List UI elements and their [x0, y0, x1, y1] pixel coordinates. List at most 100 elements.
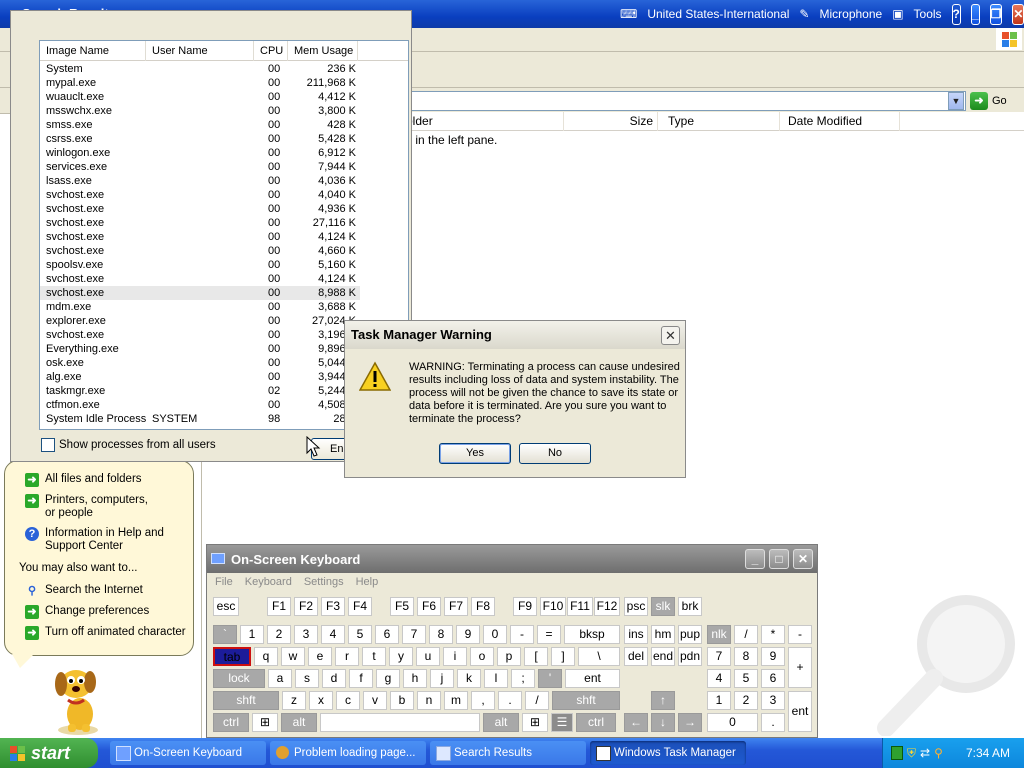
- key[interactable]: -: [788, 625, 812, 644]
- key[interactable]: `: [213, 625, 237, 644]
- key[interactable]: e: [308, 647, 332, 666]
- process-row[interactable]: spoolsv.exe 00 5,160 K: [40, 258, 360, 272]
- key[interactable]: 7: [707, 647, 731, 666]
- key[interactable]: 6: [375, 625, 399, 644]
- process-row[interactable]: winlogon.exe 00 6,912 K: [40, 146, 360, 160]
- process-row[interactable]: svchost.exe 00 3,196 K: [40, 328, 360, 342]
- all-files-link[interactable]: ➜ All files and folders: [25, 473, 142, 487]
- key[interactable]: ]: [551, 647, 575, 666]
- help-button[interactable]: ?: [951, 3, 961, 25]
- backspace-key[interactable]: bksp: [564, 625, 620, 644]
- process-row[interactable]: taskmgr.exe 02 5,244 K: [40, 384, 360, 398]
- process-row[interactable]: osk.exe 00 5,044 K: [40, 356, 360, 370]
- key[interactable]: 2: [267, 625, 291, 644]
- key[interactable]: d: [322, 669, 346, 688]
- key[interactable]: y: [389, 647, 413, 666]
- maximize-button[interactable]: ❐: [989, 3, 1003, 25]
- process-row[interactable]: alg.exe 00 3,944 K: [40, 370, 360, 384]
- maximize-button[interactable]: □: [769, 549, 789, 569]
- key[interactable]: F3: [321, 597, 345, 616]
- language-label[interactable]: United States-International: [647, 7, 789, 21]
- arrow-key-icon[interactable]: ↑: [651, 691, 675, 710]
- process-row[interactable]: svchost.exe 00 4,040 K: [40, 188, 360, 202]
- taskbar-button-browser[interactable]: Problem loading page...: [270, 741, 426, 765]
- column-header-type[interactable]: Type: [662, 112, 780, 131]
- key[interactable]: s: [295, 669, 319, 688]
- key[interactable]: +: [788, 647, 812, 688]
- page-down-key[interactable]: pdn: [678, 647, 702, 666]
- windows-key-icon[interactable]: ⊞: [522, 713, 548, 732]
- process-row[interactable]: lsass.exe 00 4,036 K: [40, 174, 360, 188]
- search-dog-character-icon[interactable]: [50, 662, 106, 736]
- key[interactable]: 8: [734, 647, 758, 666]
- end-key[interactable]: end: [651, 647, 675, 666]
- caps-lock-key[interactable]: lock: [213, 669, 265, 688]
- menu-file[interactable]: File: [215, 573, 233, 591]
- go-button[interactable]: ➜ Go: [970, 91, 1020, 111]
- key[interactable]: t: [362, 647, 386, 666]
- key[interactable]: 4: [707, 669, 731, 688]
- process-row[interactable]: msswchx.exe 00 3,800 K: [40, 104, 360, 118]
- insert-key[interactable]: ins: [624, 625, 648, 644]
- enter-key[interactable]: ent: [788, 691, 812, 732]
- process-row[interactable]: svchost.exe 00 27,116 K: [40, 216, 360, 230]
- key[interactable]: F11: [567, 597, 593, 616]
- menu-settings[interactable]: Settings: [304, 573, 344, 591]
- process-row[interactable]: services.exe 00 7,944 K: [40, 160, 360, 174]
- key[interactable]: u: [416, 647, 440, 666]
- key[interactable]: F5: [390, 597, 414, 616]
- key[interactable]: 9: [761, 647, 785, 666]
- no-button[interactable]: No: [519, 443, 591, 464]
- process-row[interactable]: mypal.exe 00 211,968 K: [40, 76, 360, 90]
- turn-off-character-link[interactable]: ➜ Turn off animated character: [25, 626, 186, 640]
- page-up-key[interactable]: pup: [678, 625, 702, 644]
- key[interactable]: 8: [429, 625, 453, 644]
- arrow-key-icon[interactable]: ↓: [651, 713, 675, 732]
- windows-key-icon[interactable]: ⊞: [252, 713, 278, 732]
- column-header-image-name[interactable]: Image Name: [40, 41, 146, 61]
- yes-button[interactable]: Yes: [439, 443, 511, 464]
- clock[interactable]: 7:34 AM: [966, 746, 1010, 760]
- key[interactable]: F12: [594, 597, 620, 616]
- shift-key[interactable]: shft: [213, 691, 279, 710]
- numlock-key[interactable]: nlk: [707, 625, 731, 644]
- osk-titlebar[interactable]: On-Screen Keyboard _ □ ✕: [207, 545, 817, 573]
- column-header-size[interactable]: Size: [564, 112, 658, 131]
- key[interactable]: l: [484, 669, 508, 688]
- key[interactable]: v: [363, 691, 387, 710]
- arrow-key-icon[interactable]: →: [678, 713, 702, 732]
- key[interactable]: 5: [348, 625, 372, 644]
- key[interactable]: F6: [417, 597, 441, 616]
- key[interactable]: o: [470, 647, 494, 666]
- close-icon[interactable]: ✕: [661, 326, 680, 345]
- key[interactable]: 4: [321, 625, 345, 644]
- key[interactable]: w: [281, 647, 305, 666]
- key[interactable]: q: [254, 647, 278, 666]
- key[interactable]: 2: [734, 691, 758, 710]
- network-icon[interactable]: ⇄: [920, 746, 930, 760]
- task-manager-tray-icon[interactable]: [891, 746, 903, 760]
- key[interactable]: [: [524, 647, 548, 666]
- search-internet-link[interactable]: ⚲ Search the Internet: [25, 584, 143, 598]
- home-key[interactable]: hm: [651, 625, 675, 644]
- warning-titlebar[interactable]: Task Manager Warning ✕: [345, 321, 685, 349]
- key[interactable]: f: [349, 669, 373, 688]
- alt-key[interactable]: alt: [281, 713, 317, 732]
- delete-key[interactable]: del: [624, 647, 648, 666]
- column-header-user-name[interactable]: User Name: [146, 41, 254, 61]
- key[interactable]: *: [761, 625, 785, 644]
- process-row[interactable]: svchost.exe 00 4,936 K: [40, 202, 360, 216]
- taskbar-button-osk[interactable]: On-Screen Keyboard: [110, 741, 266, 765]
- key[interactable]: j: [430, 669, 454, 688]
- key[interactable]: ;: [511, 669, 535, 688]
- printers-link[interactable]: ➜ Printers, computers, or people: [25, 494, 155, 520]
- process-row[interactable]: System 00 236 K: [40, 62, 360, 76]
- print-screen-key[interactable]: psc: [624, 597, 648, 616]
- key[interactable]: .: [761, 713, 785, 732]
- key[interactable]: F10: [540, 597, 566, 616]
- key[interactable]: F8: [471, 597, 495, 616]
- minimize-button[interactable]: _: [745, 549, 765, 569]
- process-row[interactable]: mdm.exe 00 3,688 K: [40, 300, 360, 314]
- alt-key[interactable]: alt: [483, 713, 519, 732]
- key[interactable]: F1: [267, 597, 291, 616]
